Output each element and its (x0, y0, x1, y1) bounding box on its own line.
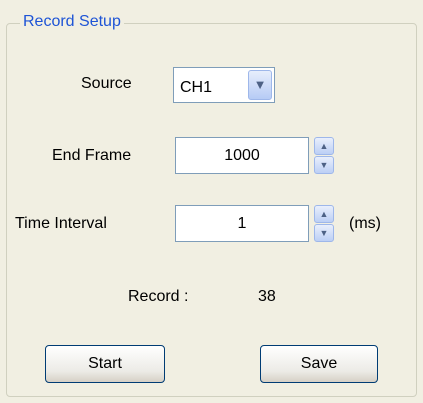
end-frame-label: End Frame (52, 147, 132, 164)
spin-up-icon[interactable]: ▲ (314, 205, 334, 223)
record-value: 38 (258, 288, 276, 305)
source-select[interactable]: CH1 ▼ (173, 67, 275, 103)
save-button[interactable]: Save (260, 345, 378, 383)
end-frame-value: 1000 (224, 147, 260, 164)
end-frame-input[interactable]: 1000 (175, 137, 309, 174)
start-button[interactable]: Start (45, 345, 165, 383)
source-value: CH1 (180, 79, 213, 96)
time-interval-unit: (ms) (349, 215, 381, 232)
chevron-down-icon[interactable]: ▼ (248, 70, 272, 100)
spin-up-icon[interactable]: ▲ (314, 137, 334, 155)
time-interval-value: 1 (237, 215, 247, 232)
record-label: Record : (128, 288, 189, 305)
time-interval-label: Time Interval (15, 215, 107, 232)
time-interval-spinner[interactable]: ▲ ▼ (314, 205, 334, 242)
end-frame-spinner[interactable]: ▲ ▼ (314, 137, 334, 174)
time-interval-input[interactable]: 1 (175, 205, 309, 242)
source-label: Source (81, 75, 132, 92)
spin-down-icon[interactable]: ▼ (314, 224, 334, 242)
spin-down-icon[interactable]: ▼ (314, 156, 334, 174)
group-title: Record Setup (20, 12, 124, 32)
